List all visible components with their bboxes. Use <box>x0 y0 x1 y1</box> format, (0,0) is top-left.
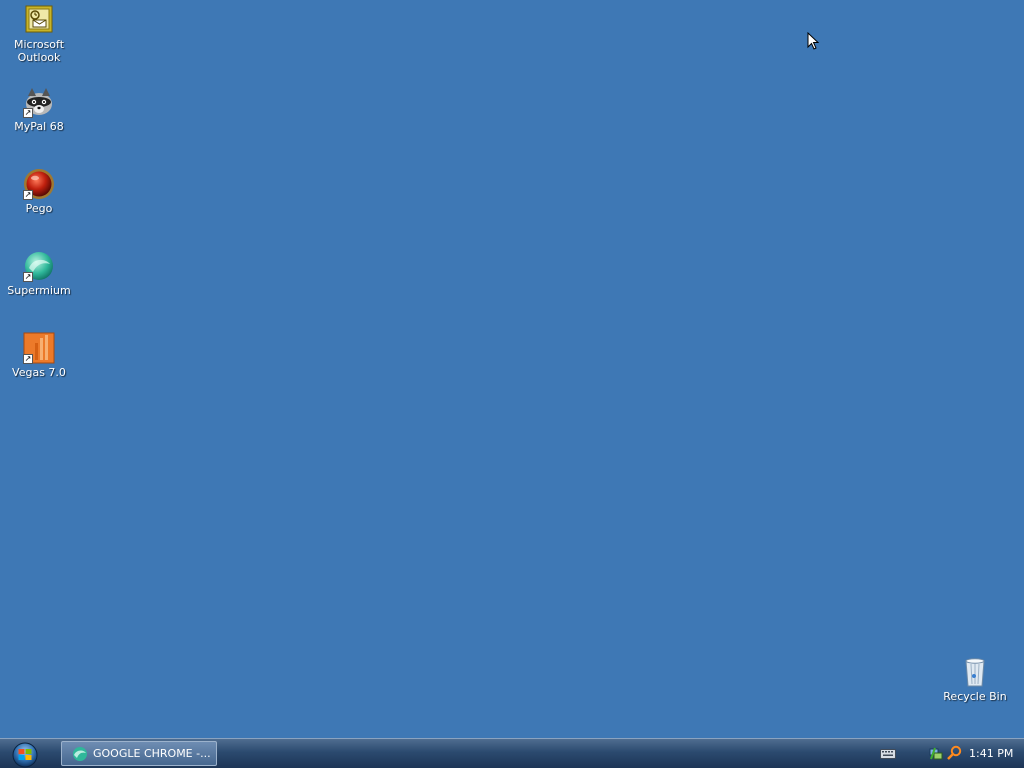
taskbar: GOOGLE CHROME -... 1:41 PM <box>0 738 1024 768</box>
desktop[interactable]: Microsoft Outlook ↗ MyPal 68 ↗ Pego ↗ Su… <box>0 0 1024 738</box>
taskbar-clock[interactable]: 1:41 PM <box>969 739 1013 768</box>
shortcut-arrow-icon: ↗ <box>23 272 33 282</box>
pego-icon: ↗ <box>23 168 55 200</box>
desktop-icon-label: Vegas 7.0 <box>12 366 66 379</box>
windows-orb-icon <box>12 742 38 768</box>
shortcut-arrow-icon: ↗ <box>23 190 33 200</box>
desktop-icon-pego[interactable]: ↗ Pego <box>0 168 78 215</box>
supermium-icon: ↗ <box>23 250 55 282</box>
search-icon[interactable] <box>946 745 962 761</box>
recycle-bin-icon <box>959 656 991 688</box>
shortcut-arrow-icon: ↗ <box>23 108 33 118</box>
desktop-icon-supermium[interactable]: ↗ Supermium <box>0 250 78 297</box>
vegas-icon: ↗ <box>23 332 55 364</box>
start-button[interactable] <box>6 740 44 768</box>
desktop-icon-mypal[interactable]: ↗ MyPal 68 <box>0 86 78 133</box>
chrome-icon <box>73 747 87 761</box>
system-tray: 1:41 PM <box>874 739 1024 768</box>
taskbar-button-label: GOOGLE CHROME -... <box>93 747 211 760</box>
desktop-icon-label: MyPal 68 <box>14 120 64 133</box>
desktop-icon-outlook[interactable]: Microsoft Outlook <box>0 4 78 64</box>
mypal-raccoon-icon: ↗ <box>23 86 55 118</box>
desktop-icon-label: Microsoft Outlook <box>13 38 65 64</box>
desktop-icon-recycle-bin[interactable]: Recycle Bin <box>936 656 1014 703</box>
mouse-cursor-icon <box>807 32 819 50</box>
outlook-icon <box>23 4 55 36</box>
network-icon[interactable] <box>928 745 944 761</box>
desktop-icon-label: Supermium <box>7 284 71 297</box>
shortcut-arrow-icon: ↗ <box>23 354 33 364</box>
taskbar-button-chrome[interactable]: GOOGLE CHROME -... <box>61 741 217 766</box>
desktop-icon-label: Recycle Bin <box>943 690 1007 703</box>
keyboard-icon[interactable] <box>880 748 896 760</box>
desktop-icon-label: Pego <box>25 202 53 215</box>
desktop-icon-vegas[interactable]: ↗ Vegas 7.0 <box>0 332 78 379</box>
